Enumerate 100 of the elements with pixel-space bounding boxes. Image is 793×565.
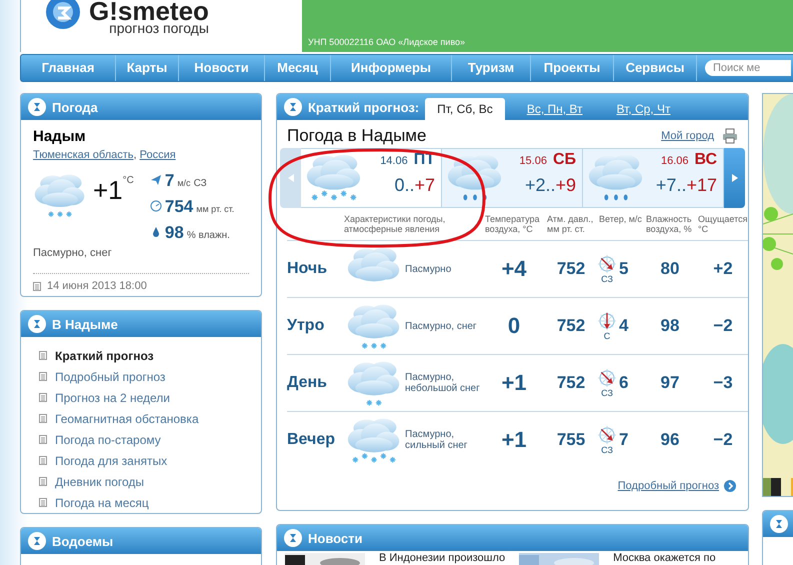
condition-text: Пасмурно, снег [33,247,112,259]
wind-direction: С [604,331,610,341]
column-header: Ветер, м/с [598,213,643,226]
gauge-icon [150,200,162,212]
nav-item[interactable]: Информеры [331,55,452,81]
document-icon [39,393,47,402]
condition-text: Пасмурно, снег [405,320,477,332]
menu-link[interactable]: Прогноз на 2 недели [33,387,249,408]
humidity: 96 [660,430,680,450]
nav-item[interactable]: Месяц [265,55,331,81]
condition-text: Пасмурно, сильный снег [405,429,468,451]
nav-item[interactable]: Новости [179,55,265,81]
left-arrow-icon [288,174,294,182]
humidity: 97 [660,373,680,393]
previous-button[interactable] [280,148,301,208]
next-button[interactable] [724,148,745,208]
nav-item[interactable]: Главная [21,55,116,81]
document-icon [39,435,47,444]
printer-icon [722,128,738,144]
temperature-range: 0..+7 [394,175,435,196]
menu-link[interactable]: Погода для занятых [33,450,249,471]
wind-speed: 7 [164,171,174,191]
column-header: Температура воздуха, °С [484,213,541,236]
temperature: +4 [501,256,527,282]
condition-text: Пасмурно, небольшой снег [405,372,481,394]
day-date: 14.06 [380,155,408,167]
menu-link[interactable]: Погода по-старому [33,429,249,450]
tab[interactable]: Вс, Пн, Вт [514,98,595,120]
logo-text: G!smeteo [89,0,209,22]
condition-text: Пасмурно [405,264,452,274]
pressure: 752 [556,316,586,336]
news-headline[interactable]: В Индонезии произошло [379,553,506,564]
feels-like: +2 [713,259,733,279]
feels-like: −3 [713,373,733,393]
document-icon [39,498,47,507]
wind-arrow-icon [597,254,617,274]
nav-item[interactable]: Проекты [531,55,614,81]
tab[interactable]: Вт, Ср, Чт [604,98,682,120]
wind-arrow-icon [597,311,617,331]
city-name: Надым [33,128,87,145]
panel-title: Краткий прогноз: [308,100,420,114]
document-icon [39,351,47,360]
wind-direction: СЗ [601,388,613,398]
nav-item[interactable]: Туризм [452,55,531,81]
banner-text: УНП 500022116 ОАО «Лидское пиво» [308,37,466,47]
temperature: 0 [508,313,520,339]
wind-icon [150,174,162,186]
period-label: Ночь [287,260,328,278]
tab[interactable]: Пт, Сб, Вс [425,98,505,120]
logo-icon [28,532,46,550]
column-header: Атм. давл., мм рт. ст. [546,213,594,236]
humidity: 80 [660,259,680,279]
menu-link[interactable]: Геомагнитная обстановка [33,408,249,429]
logo-icon [28,315,46,333]
temperature-range: +7..+17 [656,175,717,196]
update-time: 14 июня 2013 18:00 [47,280,147,292]
nav-item[interactable]: Сервисы [614,55,697,81]
period-label: Вечер [287,431,336,449]
document-icon [39,477,47,486]
temperature: +1 [501,427,527,453]
period-label: Утро [287,317,324,335]
my-city-link[interactable]: Мой город [661,130,714,142]
wind-speed: 6 [619,373,628,393]
pressure: 752 [556,259,586,279]
day-card[interactable]: 15.06 СБ +2..+9 [442,148,583,208]
menu-link[interactable]: Подробный прогноз [33,366,249,387]
separator-text: , [134,149,137,161]
country-link[interactable]: Россия [140,149,176,161]
nav-item[interactable]: Карты [116,55,179,81]
wind-direction: СЗ [194,178,207,189]
forecast-title: Погода в Надыме [287,126,428,146]
right-arrow-icon [732,174,738,182]
temperature: +1 [501,370,527,396]
humidity: 98 [660,316,680,336]
wind-speed: 7 [619,430,628,450]
pressure-unit: мм рт. ст. [196,204,234,214]
logo-icon [284,529,302,547]
day-card[interactable]: 16.06 ВС +7..+17 [583,148,724,208]
feels-like: −2 [713,430,733,450]
search-field[interactable]: Поиск ме [705,60,791,76]
period-label: День [287,374,327,392]
panel-title: Погода [52,100,98,114]
menu-link[interactable]: Погода на месяц [33,492,249,513]
wind-direction: СЗ [601,445,613,455]
document-icon [39,414,47,423]
day-date: 15.06 [519,155,547,167]
column-header: Влажность воздуха, % [645,213,693,236]
detailed-forecast-link[interactable]: Подробный прогноз [618,480,719,492]
menu-link[interactable]: Дневник погоды [33,471,249,492]
pressure: 754 [164,197,194,217]
document-icon [39,456,47,465]
logo-icon [770,515,788,533]
news-headline[interactable]: Москва окажется по [613,553,716,564]
wind-direction: СЗ [601,274,613,284]
temperature-range: +2..+9 [524,175,576,196]
pressure: 755 [556,430,586,450]
chevron-icon [724,480,736,492]
menu-link[interactable]: Краткий прогноз [33,345,249,366]
panel-title: Новости [308,530,363,546]
region-link[interactable]: Тюменская область [33,149,134,161]
